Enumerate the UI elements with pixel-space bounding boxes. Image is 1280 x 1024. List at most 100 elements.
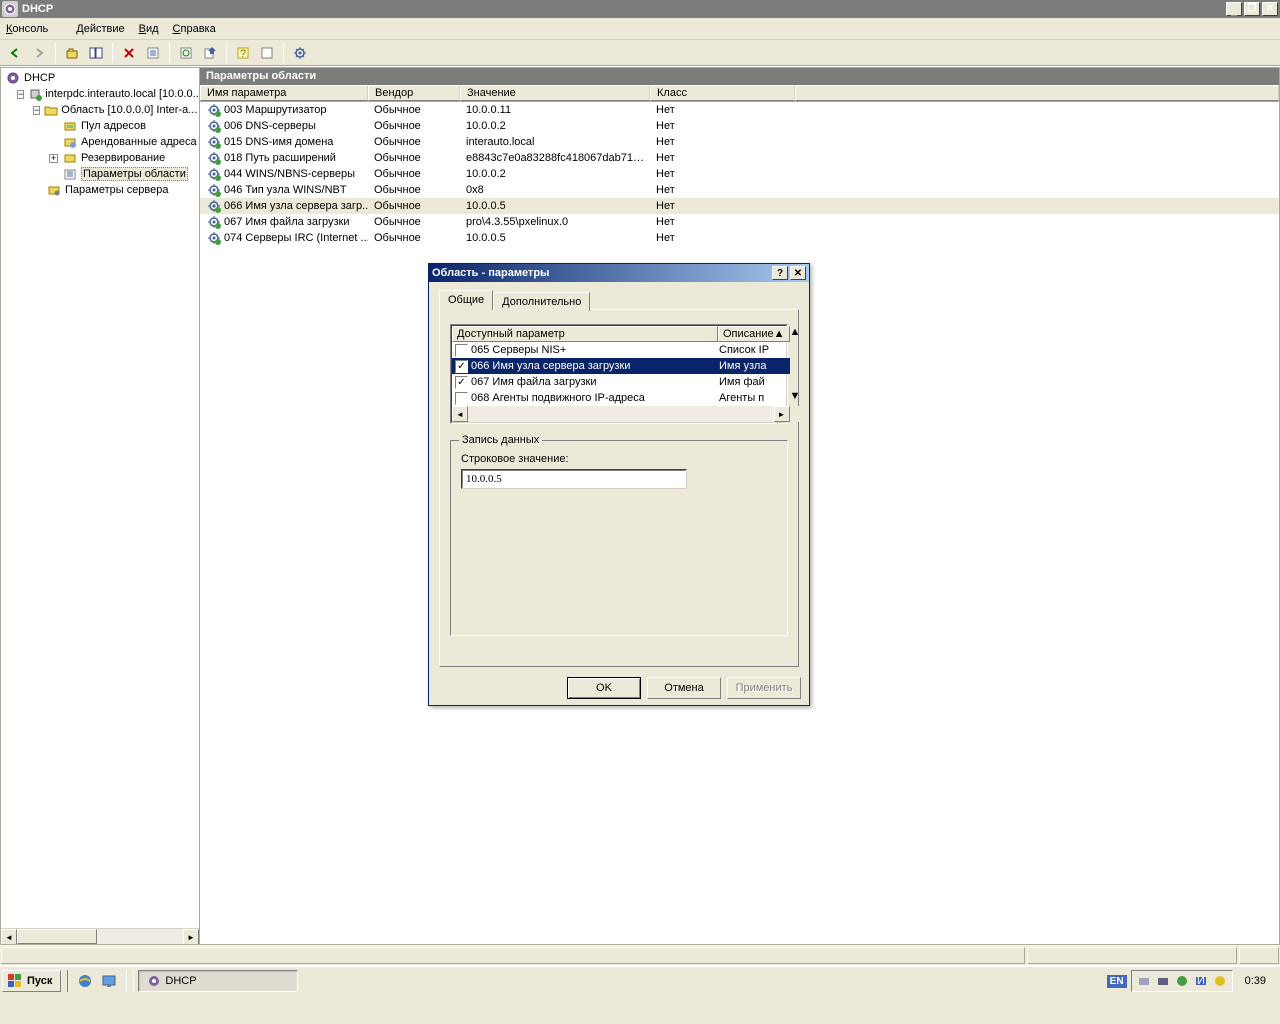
help-button[interactable]: ? bbox=[232, 42, 254, 64]
tree-pane: DHCP − interpdc.interauto.local [10.0.0.… bbox=[0, 67, 200, 945]
list-row[interactable]: 018 Путь расширений Обычное e8843c7e0a83… bbox=[200, 150, 1279, 166]
menubar: Консоль Действие Вид Справка bbox=[0, 18, 1280, 40]
tree-server-options[interactable]: Параметры сервера bbox=[3, 182, 197, 198]
tree-server[interactable]: − interpdc.interauto.local [10.0.0... bbox=[3, 86, 197, 102]
list-row[interactable]: 003 Маршрутизатор Обычное 10.0.0.11 Нет bbox=[200, 102, 1279, 118]
tree-reservations[interactable]: + Резервирование bbox=[3, 150, 197, 166]
param-checkbox[interactable]: ✓ bbox=[455, 360, 468, 373]
tray-icon-2[interactable] bbox=[1155, 973, 1171, 989]
start-button[interactable]: Пуск bbox=[2, 970, 61, 992]
delete-button[interactable] bbox=[118, 42, 140, 64]
tray-icon-1[interactable] bbox=[1136, 973, 1152, 989]
taskbar-dhcp[interactable]: DHCP bbox=[138, 970, 298, 992]
restore-button[interactable]: ❐ bbox=[1244, 2, 1260, 16]
dialog-titlebar[interactable]: Область - параметры ? ✕ bbox=[429, 264, 809, 282]
refresh-button[interactable] bbox=[175, 42, 197, 64]
param-row[interactable]: 068 Агенты подвижного IP-адреса Агенты п bbox=[452, 390, 790, 406]
cancel-button[interactable]: Отмена bbox=[647, 677, 721, 699]
dialog-close-button[interactable]: ✕ bbox=[790, 266, 806, 280]
list-row[interactable]: 044 WINS/NBNS-серверы Обычное 10.0.0.2 Н… bbox=[200, 166, 1279, 182]
collapse-icon[interactable]: − bbox=[33, 106, 40, 115]
toolbar: ? bbox=[0, 40, 1280, 66]
scroll-right-button[interactable]: ► bbox=[183, 929, 199, 945]
scroll-left-button[interactable]: ◄ bbox=[1, 929, 17, 945]
option-icon bbox=[206, 134, 222, 150]
param-scroll-left[interactable]: ◄ bbox=[452, 406, 468, 422]
option-icon bbox=[206, 182, 222, 198]
ie-icon[interactable] bbox=[74, 970, 96, 992]
menu-action[interactable]: Действие bbox=[76, 23, 124, 35]
reservations-icon bbox=[62, 150, 78, 166]
forward-button[interactable] bbox=[28, 42, 50, 64]
list-row[interactable]: 006 DNS-серверы Обычное 10.0.0.2 Нет bbox=[200, 118, 1279, 134]
clock[interactable]: 0:39 bbox=[1237, 975, 1274, 987]
list-header: Имя параметра Вендор Значение Класс bbox=[200, 85, 1279, 102]
options-icon bbox=[62, 166, 78, 182]
param-scroll-up[interactable]: ▲ bbox=[790, 326, 801, 342]
menu-console[interactable]: Консоль bbox=[6, 23, 62, 35]
param-vscroll[interactable]: ▲ ▼ bbox=[790, 326, 801, 422]
up-button[interactable] bbox=[61, 42, 83, 64]
list-row[interactable]: 015 DNS-имя домена Обычное interauto.loc… bbox=[200, 134, 1279, 150]
col-vendor[interactable]: Вендор bbox=[368, 85, 460, 101]
tree-hscroll[interactable]: ◄ ► bbox=[1, 928, 199, 944]
back-button[interactable] bbox=[4, 42, 26, 64]
desktop-icon[interactable] bbox=[98, 970, 120, 992]
data-entry-group: Запись данных Строковое значение: bbox=[450, 440, 788, 636]
window-title: DHCP bbox=[22, 3, 1226, 15]
tree-scope-options[interactable]: Параметры области bbox=[3, 166, 197, 182]
list-row[interactable]: 066 Имя узла сервера загр... Обычное 10.… bbox=[200, 198, 1279, 214]
col-class[interactable]: Класс bbox=[650, 85, 795, 101]
col-name[interactable]: Имя параметра bbox=[200, 85, 368, 101]
taskbar: Пуск DHCP EN И 0:39 bbox=[0, 965, 1280, 995]
param-row[interactable]: ✓ 066 Имя узла сервера загрузки Имя узла bbox=[452, 358, 790, 374]
toolbar-icon-1[interactable] bbox=[256, 42, 278, 64]
param-scroll-down[interactable]: ▼ bbox=[790, 390, 801, 406]
option-icon bbox=[206, 214, 222, 230]
param-scroll-right[interactable]: ► bbox=[774, 406, 790, 422]
tree-root-dhcp[interactable]: DHCP bbox=[3, 70, 197, 86]
param-header-name[interactable]: Доступный параметр bbox=[452, 326, 718, 342]
menu-help[interactable]: Справка bbox=[173, 23, 216, 35]
show-hide-button[interactable] bbox=[85, 42, 107, 64]
available-parameters-list: Доступный параметр Описание▲ 065 Серверы… bbox=[450, 324, 788, 424]
tray-icon-5[interactable] bbox=[1212, 973, 1228, 989]
list-row[interactable]: 067 Имя файла загрузки Обычное pro\4.3.5… bbox=[200, 214, 1279, 230]
option-icon bbox=[206, 102, 222, 118]
tab-advanced[interactable]: Дополнительно bbox=[493, 292, 590, 311]
param-scroll-track[interactable] bbox=[468, 406, 774, 422]
tray-icon-4[interactable]: И bbox=[1193, 973, 1209, 989]
param-checkbox[interactable] bbox=[455, 344, 468, 357]
language-indicator[interactable]: EN bbox=[1107, 975, 1127, 988]
collapse-icon[interactable]: − bbox=[17, 90, 24, 99]
list-row[interactable]: 074 Серверы IRC (Internet ... Обычное 10… bbox=[200, 230, 1279, 246]
param-row[interactable]: ✓ 067 Имя файла загрузки Имя фай bbox=[452, 374, 790, 390]
tree-leases[interactable]: Арендованные адреса bbox=[3, 134, 197, 150]
properties-button[interactable] bbox=[142, 42, 164, 64]
ok-button[interactable]: OK bbox=[567, 677, 641, 699]
tree-address-pool[interactable]: Пул адресов bbox=[3, 118, 197, 134]
settings-icon[interactable] bbox=[289, 42, 311, 64]
close-button[interactable]: ✕ bbox=[1262, 2, 1278, 16]
menu-view[interactable]: Вид bbox=[139, 23, 159, 35]
tree-scope[interactable]: − Область [10.0.0.0] Inter-a... bbox=[3, 102, 197, 118]
minimize-button[interactable]: _ bbox=[1226, 2, 1242, 16]
apply-button[interactable]: Применить bbox=[727, 677, 801, 699]
tray-icon-3[interactable] bbox=[1174, 973, 1190, 989]
export-button[interactable] bbox=[199, 42, 221, 64]
param-header-desc[interactable]: Описание▲ bbox=[718, 326, 790, 342]
expand-icon[interactable]: + bbox=[49, 154, 58, 163]
dhcp-icon bbox=[5, 70, 21, 86]
col-value[interactable]: Значение bbox=[460, 85, 650, 101]
scroll-thumb[interactable] bbox=[17, 929, 97, 944]
param-checkbox[interactable]: ✓ bbox=[455, 376, 468, 389]
param-checkbox[interactable] bbox=[455, 392, 468, 405]
string-value-input[interactable] bbox=[462, 470, 686, 488]
group-title: Запись данных bbox=[459, 434, 542, 446]
tab-panel-general: Доступный параметр Описание▲ 065 Серверы… bbox=[439, 309, 799, 667]
server-options-icon bbox=[46, 182, 62, 198]
tab-general[interactable]: Общие bbox=[439, 290, 493, 310]
param-row[interactable]: 065 Серверы NIS+ Список IP bbox=[452, 342, 790, 358]
list-row[interactable]: 046 Тип узла WINS/NBT Обычное 0x8 Нет bbox=[200, 182, 1279, 198]
dialog-help-button[interactable]: ? bbox=[772, 266, 788, 280]
